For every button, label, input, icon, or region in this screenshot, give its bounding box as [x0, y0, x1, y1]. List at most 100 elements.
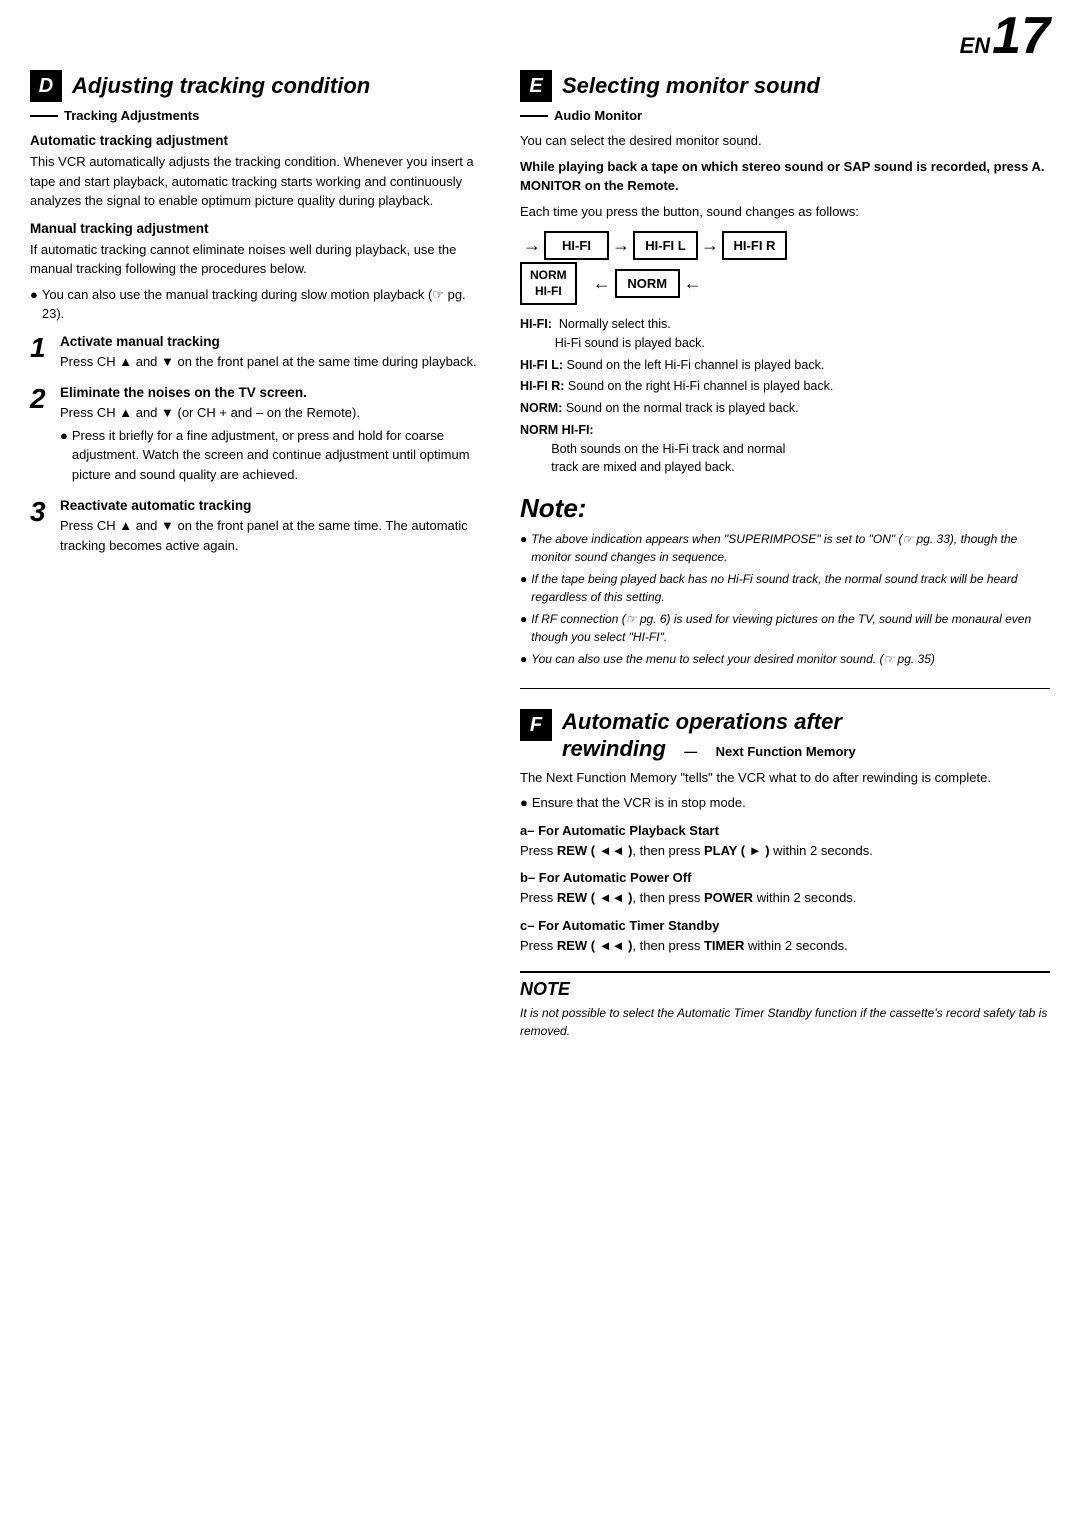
manual-tracking-bullet: ● You can also use the manual tracking d…	[30, 285, 490, 324]
note-item-2: ● If the tape being played back has no H…	[520, 570, 1050, 606]
section-f-title-block: Automatic operations after rewinding — N…	[562, 709, 1050, 762]
section-f: F Automatic operations after rewinding —…	[520, 709, 1050, 1040]
step-2-content: Eliminate the noises on the TV screen. P…	[60, 385, 490, 484]
auto-tracking-heading: Automatic tracking adjustment	[30, 133, 490, 148]
dash-line-e	[520, 115, 548, 117]
arrow-2: →	[698, 235, 722, 256]
section-e-intro: You can select the desired monitor sound…	[520, 131, 1050, 151]
step-3: 3 Reactivate automatic tracking Press CH…	[30, 498, 490, 555]
note-item-4: ● You can also use the menu to select yo…	[520, 650, 1050, 668]
section-f-bullet-text: Ensure that the VCR is in stop mode.	[532, 793, 746, 813]
step-3-body: Press CH ▲ and ▼ on the front panel at t…	[60, 516, 490, 555]
arrow-back-2: ←	[684, 273, 702, 294]
section-f-bullet: ● Ensure that the VCR is in stop mode.	[520, 793, 1050, 813]
section-e-header: E Selecting monitor sound	[520, 70, 1050, 102]
step-2-bullet-text: Press it briefly for a fine adjustment, …	[72, 426, 490, 485]
diagram-bottom-row: NORM HI-FI ← NORM ←	[520, 262, 1050, 305]
section-d-sub-label: Tracking Adjustments	[64, 108, 199, 123]
section-f-letter: F	[520, 709, 552, 741]
diagram-norm: NORM	[615, 269, 680, 298]
note-title: Note:	[520, 493, 1050, 524]
step-2-num: 2	[30, 385, 52, 413]
right-column: E Selecting monitor sound Audio Monitor …	[520, 70, 1050, 1040]
substep-c-label-text: c– For Automatic Timer Standby	[520, 918, 719, 933]
section-d: D Adjusting tracking condition Tracking …	[30, 70, 490, 1040]
section-e-bold-text: While playing back a tape on which stere…	[520, 159, 1044, 194]
section-f-dash: —	[684, 744, 697, 759]
note-bottom-text: It is not possible to select the Automat…	[520, 1004, 1050, 1040]
sound-norm: NORM: Sound on the normal track is playe…	[520, 399, 1050, 418]
step-2-bullet: ● Press it briefly for a fine adjustment…	[60, 426, 490, 485]
en-label: EN	[960, 33, 991, 59]
substep-c-body: Press REW ( ◄◄ ), then press TIMER withi…	[520, 936, 1050, 956]
sound-hifi: HI-FI: Normally select this. Hi-Fi sound…	[520, 315, 1050, 353]
manual-tracking-heading: Manual tracking adjustment	[30, 221, 490, 236]
note-item-3: ● If RF connection (☞ pg. 6) is used for…	[520, 610, 1050, 646]
section-f-title: Automatic operations after rewinding — N…	[562, 709, 1050, 762]
section-e-title: Selecting monitor sound	[562, 73, 820, 99]
note-item-2-text: If the tape being played back has no Hi-…	[531, 570, 1050, 606]
step-2-title: Eliminate the noises on the TV screen.	[60, 385, 490, 400]
section-e-subsection: Audio Monitor	[520, 108, 1050, 123]
step-3-content: Reactivate automatic tracking Press CH ▲…	[60, 498, 490, 555]
step-1-title: Activate manual tracking	[60, 334, 490, 349]
diagram-norm-hifi-line2: HI-FI	[535, 284, 562, 298]
monitor-sound-diagram: → HI-FI → HI-FI L → HI-FI R NORM HI-FI ←…	[520, 231, 1050, 305]
step-3-num: 3	[30, 498, 52, 526]
steps-container: 1 Activate manual tracking Press CH ▲ an…	[30, 334, 490, 556]
section-f-title2: rewinding	[562, 736, 666, 761]
arrow-1: →	[609, 235, 633, 256]
divider-ef	[520, 688, 1050, 689]
section-d-title: Adjusting tracking condition	[72, 73, 370, 99]
note-item-3-text: If RF connection (☞ pg. 6) is used for v…	[531, 610, 1050, 646]
diagram-hifi: HI-FI	[544, 231, 609, 260]
page-header: EN 17	[960, 10, 1050, 62]
dash-line-d	[30, 115, 58, 117]
step-1-body: Press CH ▲ and ▼ on the front panel at t…	[60, 352, 490, 372]
sound-descriptions: HI-FI: Normally select this. Hi-Fi sound…	[520, 315, 1050, 477]
section-e-note: Note: ● The above indication appears whe…	[520, 493, 1050, 668]
substep-b-body: Press REW ( ◄◄ ), then press POWER withi…	[520, 888, 1050, 908]
sound-hifi-l: HI-FI L: Sound on the left Hi-Fi channel…	[520, 356, 1050, 375]
section-e-sub-label: Audio Monitor	[554, 108, 642, 123]
diagram-hifi-l: HI-FI L	[633, 231, 698, 260]
note-bottom-title: NOTE	[520, 979, 1050, 1000]
manual-bullet-text: You can also use the manual tracking dur…	[42, 285, 490, 324]
step-1-content: Activate manual tracking Press CH ▲ and …	[60, 334, 490, 372]
section-f-note-bottom: NOTE It is not possible to select the Au…	[520, 971, 1050, 1040]
substep-c-label: c– For Automatic Timer Standby	[520, 918, 1050, 933]
substep-a-label-text: a– For Automatic Playback Start	[520, 823, 719, 838]
substep-b-label: b– For Automatic Power Off	[520, 870, 1050, 885]
substep-a-body: Press REW ( ◄◄ ), then press PLAY ( ► ) …	[520, 841, 1050, 861]
section-d-header: D Adjusting tracking condition	[30, 70, 490, 102]
section-e: E Selecting monitor sound Audio Monitor …	[520, 70, 1050, 668]
section-f-title-text: Automatic operations after	[562, 709, 842, 734]
section-f-intro: The Next Function Memory "tells" the VCR…	[520, 768, 1050, 788]
section-e-bold-note: While playing back a tape on which stere…	[520, 157, 1050, 196]
section-e-letter: E	[520, 70, 552, 102]
manual-tracking-body: If automatic tracking cannot eliminate n…	[30, 240, 490, 279]
diagram-top-row: → HI-FI → HI-FI L → HI-FI R	[520, 231, 1050, 260]
auto-tracking-body: This VCR automatically adjusts the track…	[30, 152, 490, 211]
section-d-letter: D	[30, 70, 62, 102]
diagram-norm-hifi: NORM HI-FI	[520, 262, 577, 305]
diagram-hifi-r: HI-FI R	[722, 231, 787, 260]
sound-hifi-r: HI-FI R: Sound on the right Hi-Fi channe…	[520, 377, 1050, 396]
step-1: 1 Activate manual tracking Press CH ▲ an…	[30, 334, 490, 372]
section-f-header: F Automatic operations after rewinding —…	[520, 709, 1050, 762]
diagram-norm-hifi-line1: NORM	[530, 268, 567, 282]
step-3-title: Reactivate automatic tracking	[60, 498, 490, 513]
section-d-subsection: Tracking Adjustments	[30, 108, 490, 123]
arrow-back-1: ←	[593, 273, 611, 294]
step-2: 2 Eliminate the noises on the TV screen.…	[30, 385, 490, 484]
section-e-each-time: Each time you press the button, sound ch…	[520, 202, 1050, 222]
section-f-sub-label: Next Function Memory	[716, 744, 856, 759]
substep-a-label: a– For Automatic Playback Start	[520, 823, 1050, 838]
substep-b-label-text: b– For Automatic Power Off	[520, 870, 691, 885]
note-item-1-text: The above indication appears when "SUPER…	[531, 530, 1050, 566]
sound-norm-hifi: NORM HI-FI: Both sounds on the Hi-Fi tra…	[520, 421, 1050, 477]
note-item-1: ● The above indication appears when "SUP…	[520, 530, 1050, 566]
step-2-body: Press CH ▲ and ▼ (or CH + and – on the R…	[60, 403, 490, 423]
note-item-4-text: You can also use the menu to select your…	[531, 650, 935, 668]
arrow-start: →	[520, 235, 544, 256]
